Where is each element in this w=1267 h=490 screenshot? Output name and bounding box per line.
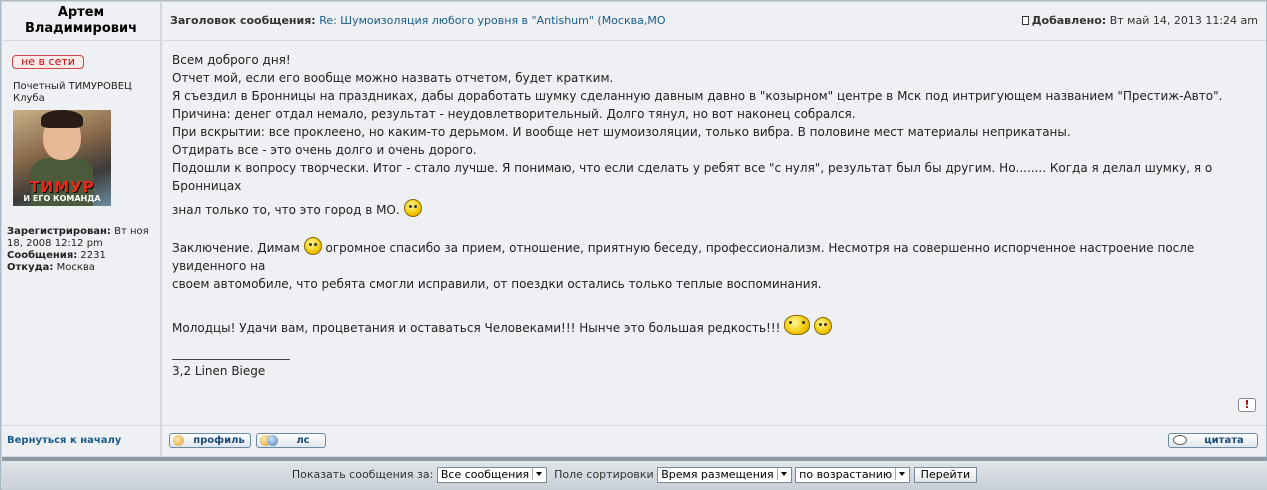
from-value: Москва (56, 262, 95, 273)
sort-field-select[interactable]: Время размещения (657, 467, 792, 483)
added-info: Добавлено: Вт май 14, 2013 11:24 am (1021, 2, 1258, 40)
post-line: Отчет мой, если его вообще можно назвать… (172, 71, 614, 85)
report-button[interactable]: ! (1238, 398, 1256, 412)
quote-button[interactable]: цитата (1168, 433, 1258, 448)
user-icon (173, 435, 184, 446)
post-line: знал только то, что это город в МО. (172, 203, 400, 217)
signature-divider (172, 359, 290, 360)
show-label: Показать сообщения за: (291, 468, 434, 481)
author-name: Артем Владимирович (2, 2, 160, 40)
conclusion-text-2: огромное спасибо за прием, отношение, пр… (172, 241, 1195, 273)
post-line: При вскрытии: все проклеено, но каким-то… (172, 125, 1071, 139)
avatar-subtitle: И ЕГО КОМАНДА (23, 194, 101, 203)
post-line: Отдирать все - это очень долго и очень д… (172, 143, 477, 157)
speech-bubble-icon (1173, 435, 1187, 445)
post-line: Я съездил в Бронницы на праздниках, дабы… (172, 89, 1223, 103)
users-icon-2 (267, 435, 278, 446)
thumbs-up-smiley-icon (814, 317, 833, 335)
post-line: Всем доброго дня! (172, 53, 291, 67)
back-to-top-cell: Вернуться к началу (2, 426, 160, 456)
grin-smiley-icon (303, 237, 322, 255)
go-button[interactable]: Перейти (913, 467, 978, 483)
show-period-select[interactable]: Все сообщения (436, 467, 548, 483)
posts-label: Сообщения: (7, 250, 78, 261)
signature: 3,2 Linen Biege (172, 364, 266, 378)
author-profile-panel: не в сети Почетный ТИМУРОВЕЦ Клуба ТИМУР… (2, 41, 160, 425)
conclusion-text-3: своем автомобиле, что ребята смогли испр… (172, 277, 822, 291)
post-body: Всем доброго дня! Отчет мой, если его во… (162, 41, 1266, 425)
sort-order-value: по возрастанию (799, 468, 893, 481)
pm-button[interactable]: лс (256, 433, 326, 448)
post-line: Причина: денег отдал немало, результат -… (172, 107, 856, 121)
online-status-badge: не в сети (12, 55, 84, 69)
from-label: Откуда: (7, 262, 54, 273)
chevron-down-icon (895, 468, 908, 480)
post-line: Подошли к вопросу творчески. Итог - стал… (172, 161, 1213, 193)
sort-field-value: Время размещения (661, 468, 774, 481)
subject-link[interactable]: Re: Шумоизоляция любого уровня в "Antish… (319, 14, 665, 27)
avatar-hair (41, 110, 83, 128)
added-label: Добавлено: (1031, 14, 1107, 27)
registered-label: Зарегистрирован: (7, 226, 111, 237)
smiley-icon (403, 199, 422, 217)
profile-info: Зарегистрирован: Вт ноя 18, 2008 12:12 p… (7, 226, 157, 274)
back-to-top-link[interactable]: Вернуться к началу (7, 435, 121, 446)
post-header: Заголовок сообщения: Re: Шумоизоляция лю… (162, 2, 1266, 40)
show-period-value: Все сообщения (440, 468, 530, 481)
sort-order-select[interactable]: по возрастанию (795, 467, 911, 483)
profile-button-label: профиль (193, 435, 245, 446)
sort-label: Поле сортировки (554, 468, 654, 481)
chevron-down-icon (532, 468, 545, 480)
conclusion-text: Заключение. Димам (172, 241, 300, 255)
quote-button-label: цитата (1204, 435, 1244, 446)
chevron-down-icon (776, 468, 789, 480)
pm-button-label: лс (296, 435, 310, 446)
subject-label: Заголовок сообщения: (170, 14, 316, 27)
toast-smiley-icon (784, 315, 811, 335)
profile-button[interactable]: профиль (169, 433, 251, 448)
document-icon[interactable] (1021, 16, 1029, 25)
added-value: Вт май 14, 2013 11:24 am (1109, 14, 1258, 27)
forum-post-table: Артем Владимирович Заголовок сообщения: … (0, 0, 1267, 490)
posts-value: 2231 (80, 250, 106, 261)
final-text: Молодцы! Удачи вам, процветания и остава… (172, 321, 781, 335)
avatar: ТИМУР И ЕГО КОМАНДА (13, 110, 111, 206)
display-options-bar: Показать сообщения за: Все сообщения Пол… (2, 457, 1267, 490)
post-actions: профиль лс цитата (162, 426, 1266, 456)
user-rank: Почетный ТИМУРОВЕЦ Клуба (13, 81, 132, 104)
